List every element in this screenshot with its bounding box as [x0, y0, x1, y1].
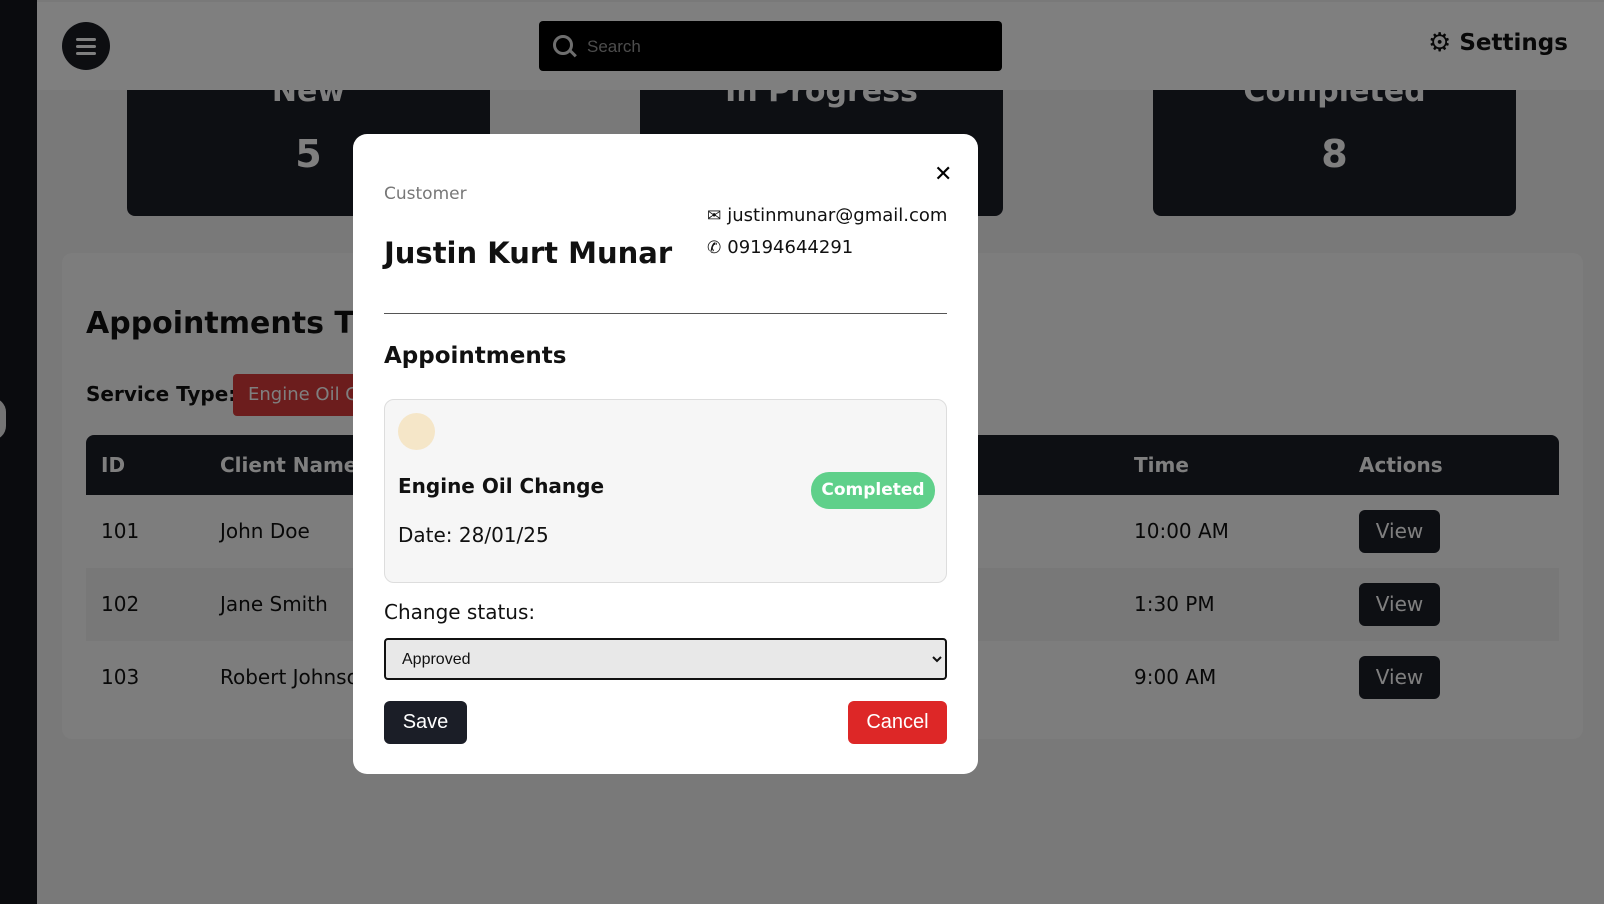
customer-name: Justin Kurt Munar: [384, 236, 673, 270]
envelope-icon: ✉: [707, 205, 722, 226]
email-text: justinmunar@gmail.com: [727, 205, 948, 226]
phone-icon: ✆: [707, 237, 722, 258]
customer-phone: ✆ 09194644291: [707, 237, 853, 258]
customer-modal: ✕ Customer Justin Kurt Munar ✉ justinmun…: [353, 134, 978, 774]
customer-email: ✉ justinmunar@gmail.com: [707, 205, 947, 226]
change-status-label: Change status:: [384, 600, 536, 624]
divider: [384, 313, 947, 314]
save-button[interactable]: Save: [384, 701, 467, 744]
cancel-button[interactable]: Cancel: [848, 701, 947, 744]
appointments-title: Appointments: [384, 343, 567, 369]
appointment-card: Engine Oil Change Date: 28/01/25 Complet…: [384, 399, 947, 583]
status-select[interactable]: Approved: [384, 638, 947, 680]
appointment-date: Date: 28/01/25: [398, 523, 549, 547]
customer-label: Customer: [384, 184, 467, 204]
close-icon[interactable]: ✕: [934, 162, 952, 187]
appointment-service: Engine Oil Change: [398, 474, 605, 498]
status-badge: Completed: [811, 472, 935, 509]
phone-text: 09194644291: [727, 237, 854, 258]
avatar: [398, 413, 435, 450]
